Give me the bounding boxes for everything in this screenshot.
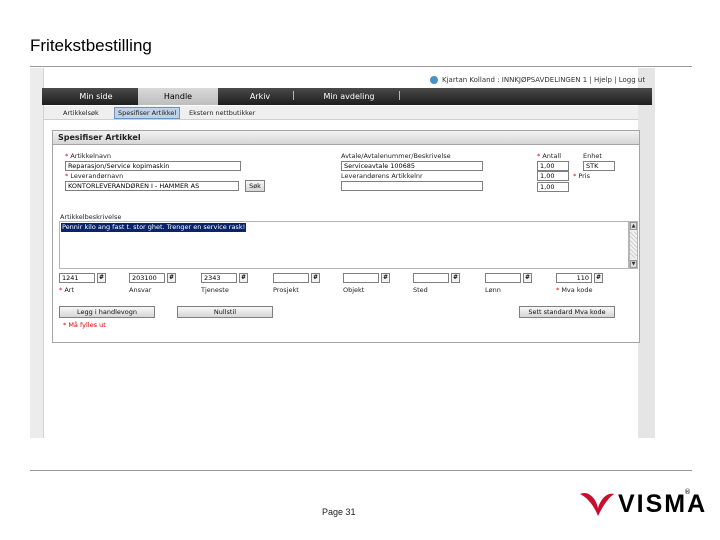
- dim-ansvar-lookup-icon[interactable]: #: [167, 273, 176, 283]
- visma-logo: VISMA ®: [578, 488, 705, 520]
- unit-label: Enhet: [583, 152, 602, 160]
- dim-tjeneste-field[interactable]: 2343: [201, 273, 237, 283]
- dim-prosjekt-lookup-icon[interactable]: #: [311, 273, 320, 283]
- dim-lonn: #: [485, 273, 533, 284]
- dim-lonn-lookup-icon[interactable]: #: [523, 273, 532, 283]
- panel-title: Spesifiser Artikkel: [58, 133, 141, 142]
- dim-ansvar-field[interactable]: 203100: [129, 273, 165, 283]
- dim-lonn-label: Lønn: [485, 286, 501, 294]
- bottom-divider: [30, 470, 692, 471]
- dim-art: 1241 #: [59, 273, 107, 284]
- dim-prosjekt: #: [273, 273, 321, 284]
- dim-ansvar-label: Ansvar: [129, 286, 152, 294]
- dim-objekt-field[interactable]: [343, 273, 379, 283]
- supplier-search-button[interactable]: Søk: [245, 180, 265, 192]
- dim-mva-kode-label: * Mva kode: [556, 286, 593, 294]
- extra-quantity-field[interactable]: 1,00: [537, 171, 569, 181]
- dim-mva-kode-lookup-icon[interactable]: #: [594, 273, 603, 283]
- subnav-artikkelsok[interactable]: Artikkelsøk: [60, 107, 102, 119]
- main-nav: Min side Handle Arkiv | Min avdeling |: [42, 88, 652, 105]
- supplier-article-no-field[interactable]: [341, 181, 483, 191]
- dim-mva-kode: 110 #: [556, 273, 604, 284]
- tab-min-avdeling[interactable]: Min avdeling: [304, 88, 394, 105]
- panel-header: Spesifiser Artikkel: [53, 131, 639, 145]
- dim-lonn-field[interactable]: [485, 273, 521, 283]
- description-scrollbar[interactable]: ▲ ▼: [629, 221, 638, 269]
- dim-art-field[interactable]: 1241: [59, 273, 95, 283]
- nav-separator: |: [292, 91, 296, 101]
- top-divider: [30, 66, 692, 67]
- subnav-spesifiser-artikkel[interactable]: Spesifiser Artikkel: [114, 107, 181, 119]
- dim-prosjekt-label: Prosjekt: [273, 286, 299, 294]
- visma-wordmark: VISMA: [618, 490, 708, 518]
- dim-sted-lookup-icon[interactable]: #: [451, 273, 460, 283]
- sub-nav: Artikkelsøk Spesifiser Artikkel Ekstern …: [44, 106, 638, 120]
- dim-tjeneste-lookup-icon[interactable]: #: [239, 273, 248, 283]
- description-text: Pennir kilo ang fast t. stor ghet. Treng…: [61, 223, 247, 232]
- registered-mark: ®: [684, 488, 691, 496]
- dim-sted-field[interactable]: [413, 273, 449, 283]
- price-field[interactable]: 1,00: [537, 182, 569, 192]
- supplier-name-label: * Leverandørnavn: [65, 172, 124, 180]
- dim-art-lookup-icon[interactable]: #: [97, 273, 106, 283]
- add-to-cart-button[interactable]: Legg i handlevogn: [59, 306, 155, 318]
- left-margin-strip: [30, 68, 44, 438]
- dim-objekt-label: Objekt: [343, 286, 365, 294]
- reset-button[interactable]: Nullstil: [177, 306, 273, 318]
- dim-tjeneste-label: Tjeneste: [201, 286, 229, 294]
- user-bar-text[interactable]: Kjartan Kolland : INNKJØPSAVDELINGEN 1 |…: [442, 76, 645, 84]
- tab-min-side[interactable]: Min side: [64, 88, 128, 105]
- unit-field[interactable]: STK: [583, 161, 615, 171]
- description-label: Artikkelbeskrivelse: [60, 213, 122, 221]
- scroll-track[interactable]: [630, 232, 637, 258]
- scroll-down-icon[interactable]: ▼: [630, 260, 637, 268]
- article-name-label: * Artikkelnavn: [65, 152, 111, 160]
- dim-mva-kode-field[interactable]: 110: [556, 273, 592, 283]
- page-number: Page 31: [322, 507, 356, 517]
- agreement-label: Avtale/Avtalenummer/Beskrivelse: [341, 152, 451, 160]
- price-label: * Pris: [573, 172, 590, 180]
- specify-article-panel: Spesifiser Artikkel * Artikkelnavn Avtal…: [52, 130, 640, 343]
- app-screenshot: Kjartan Kolland : INNKJØPSAVDELINGEN 1 |…: [30, 68, 655, 438]
- tab-handle[interactable]: Handle: [138, 88, 218, 105]
- dim-sted: #: [413, 273, 461, 284]
- supplier-article-no-label: Leverandørens Artikkelnr: [341, 172, 423, 180]
- dim-sted-label: Sted: [413, 286, 428, 294]
- quantity-field[interactable]: 1,00: [537, 161, 569, 171]
- nav-separator: |: [398, 91, 402, 101]
- dim-objekt-lookup-icon[interactable]: #: [381, 273, 390, 283]
- user-icon: [430, 76, 438, 84]
- dim-prosjekt-field[interactable]: [273, 273, 309, 283]
- set-standard-vat-button[interactable]: Sett standard Mva kode: [519, 306, 615, 318]
- subnav-ekstern-nettbutikker[interactable]: Ekstern nettbutikker: [186, 107, 258, 119]
- description-textarea[interactable]: Pennir kilo ang fast t. stor ghet. Treng…: [59, 221, 629, 269]
- tab-arkiv[interactable]: Arkiv: [228, 88, 292, 105]
- dim-ansvar: 203100 #: [129, 273, 177, 284]
- right-margin-strip: [638, 68, 655, 438]
- article-name-field[interactable]: Reparasjon/Service kopimaskin: [65, 161, 241, 171]
- slide-title: Fritekstbestilling: [30, 36, 152, 55]
- dim-tjeneste: 2343 #: [201, 273, 249, 284]
- scroll-up-icon[interactable]: ▲: [630, 222, 637, 230]
- dim-art-label: * Art: [59, 286, 74, 294]
- visma-swoosh-icon: [580, 492, 614, 516]
- agreement-field[interactable]: Serviceavtale 100685: [341, 161, 483, 171]
- supplier-name-field[interactable]: KONTORLEVERANDØREN I - HAMMER AS: [65, 181, 239, 191]
- required-note: * Må fylles ut: [63, 321, 106, 329]
- user-bar: Kjartan Kolland : INNKJØPSAVDELINGEN 1 |…: [430, 74, 650, 86]
- quantity-label: * Antall: [537, 152, 562, 160]
- dim-objekt: #: [343, 273, 391, 284]
